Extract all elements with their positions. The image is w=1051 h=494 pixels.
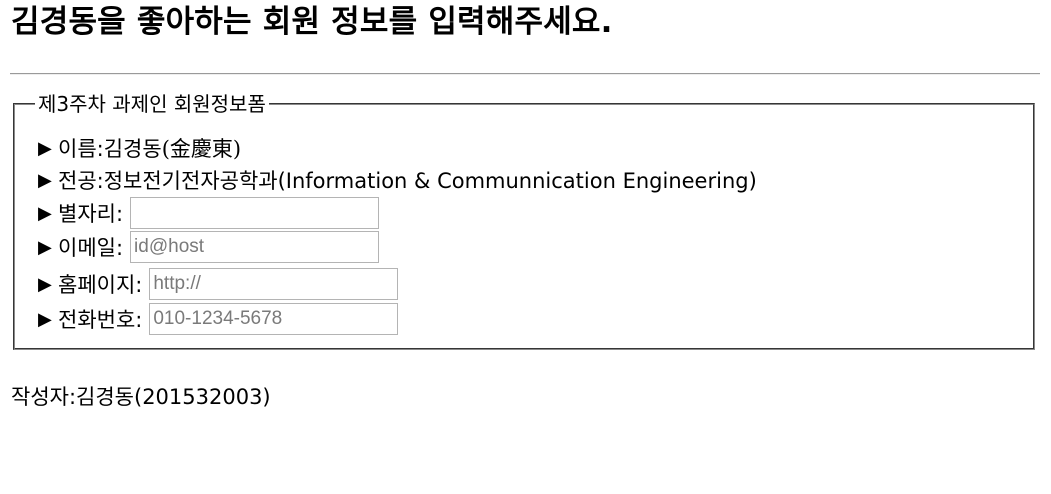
name-value: 김경동 xyxy=(103,137,162,161)
arrow-icon: ▶ xyxy=(38,169,52,191)
homepage-input[interactable] xyxy=(149,268,399,300)
homepage-label: 홈페이지: xyxy=(58,273,143,297)
name-row: ▶ 이름: 김경동 (金慶東) xyxy=(38,132,241,164)
fieldset-legend: 제3주차 과제인 회원정보폼 xyxy=(35,93,269,115)
arrow-icon: ▶ xyxy=(38,273,52,295)
arrow-icon: ▶ xyxy=(38,308,52,330)
email-label: 이메일: xyxy=(58,236,124,260)
email-input[interactable] xyxy=(130,231,380,263)
member-info-fieldset: 제3주차 과제인 회원정보폼 ▶ 이름: 김경동 (金慶東) ▶ 전공: 정보전… xyxy=(13,93,1035,350)
major-value: 정보전기전자공학과(Information & Communnication E… xyxy=(103,169,757,193)
constellation-label: 별자리: xyxy=(58,202,124,226)
email-row: ▶ 이메일: xyxy=(38,231,380,263)
phone-input[interactable] xyxy=(149,303,399,335)
constellation-row: ▶ 별자리: xyxy=(38,197,380,229)
major-row: ▶ 전공: 정보전기전자공학과(Information & Communnica… xyxy=(38,164,757,196)
arrow-icon: ▶ xyxy=(38,137,52,159)
constellation-input[interactable] xyxy=(130,197,380,229)
horizontal-rule xyxy=(10,73,1040,75)
homepage-row: ▶ 홈페이지: xyxy=(38,268,399,300)
phone-row: ▶ 전화번호: xyxy=(38,303,399,335)
page-title: 김경동을 좋아하는 회원 정보를 입력해주세요. xyxy=(11,4,613,40)
author-credit: 작성자:김경동(201532003) xyxy=(11,385,271,409)
name-hanja: (金慶東) xyxy=(161,137,242,161)
phone-label: 전화번호: xyxy=(58,308,143,332)
arrow-icon: ▶ xyxy=(38,202,52,224)
major-label: 전공: xyxy=(58,169,104,193)
name-label: 이름: xyxy=(58,137,104,161)
arrow-icon: ▶ xyxy=(38,236,52,258)
